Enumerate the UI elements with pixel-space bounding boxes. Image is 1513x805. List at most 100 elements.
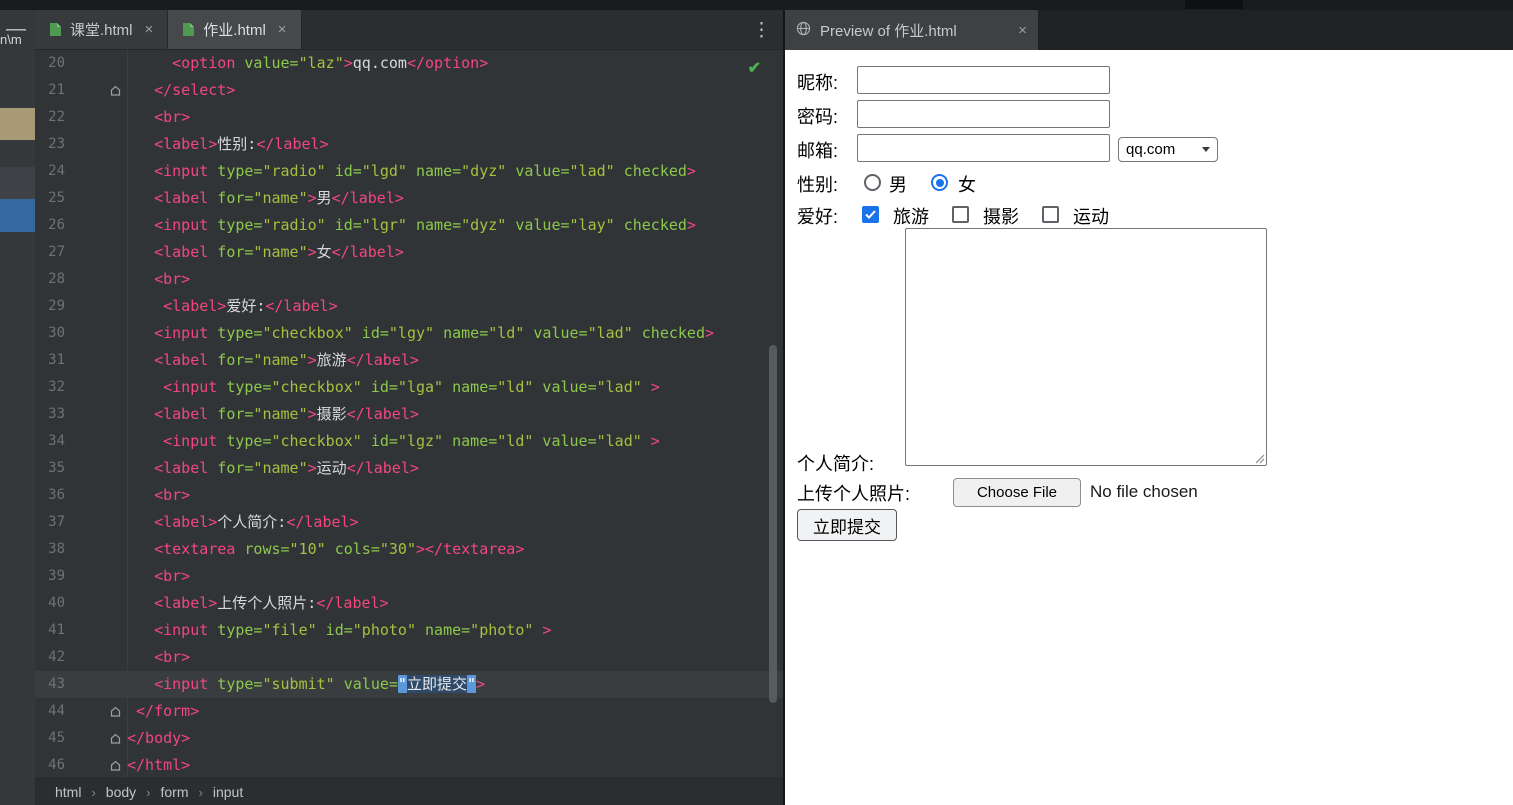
code-line[interactable]: 42 <br>	[35, 644, 783, 671]
code-text: </form>	[127, 698, 783, 725]
panel-row-selected[interactable]	[0, 199, 35, 232]
code-text: <label>爱好:</label>	[127, 293, 783, 320]
preview-close-icon[interactable]: ×	[1018, 22, 1027, 39]
line-number: 34	[48, 433, 65, 449]
code-line[interactable]: 21 </select>	[35, 77, 783, 104]
panel-row-hover[interactable]	[0, 167, 35, 199]
code-token: >	[641, 432, 660, 450]
code-line[interactable]: 40 <label>上传个人照片:</label>	[35, 590, 783, 617]
bio-textarea[interactable]	[905, 228, 1267, 466]
code-line[interactable]: 38 <textarea rows="10" cols="30"></textar…	[35, 536, 783, 563]
code-line[interactable]: 37 <label>个人简介:</label>	[35, 509, 783, 536]
password-input[interactable]	[857, 100, 1110, 128]
code-text: <option value="laz">qq.com</option>	[127, 50, 783, 77]
line-number: 43	[48, 676, 65, 692]
hobby-checkbox-photography[interactable]	[952, 206, 969, 223]
fold-gutter	[65, 671, 127, 698]
hobby-photography-label[interactable]: 摄影	[983, 203, 1019, 229]
code-text: <br>	[127, 563, 783, 590]
hobby-travel-label[interactable]: 旅游	[893, 203, 929, 229]
line-number: 38	[48, 541, 65, 557]
breadcrumb-item-body[interactable]: body	[106, 784, 136, 800]
fold-marker-icon[interactable]	[65, 752, 127, 778]
editor-options-menu-icon[interactable]: ⋮	[752, 19, 771, 42]
line-number: 22	[48, 109, 65, 125]
code-line[interactable]: 43 <input type="submit" value="立即提交">	[35, 671, 783, 698]
fold-marker-icon[interactable]	[65, 725, 127, 752]
code-line[interactable]: 31 <label for="name">旅游</label>	[35, 347, 783, 374]
code-token: >	[704, 324, 715, 342]
code-token: </form>	[136, 702, 200, 720]
textarea-resize-grip-icon[interactable]	[1252, 451, 1265, 464]
gender-male-label[interactable]: 男	[889, 171, 907, 197]
code-line[interactable]: 27 <label for="name">女</label>	[35, 239, 783, 266]
line-number: 36	[48, 487, 65, 503]
code-line[interactable]: 41 <input type="file" id="photo" name="ph…	[35, 617, 783, 644]
code-token: "10"	[289, 540, 326, 558]
fold-marker-icon[interactable]	[65, 698, 127, 725]
gender-female-label[interactable]: 女	[958, 171, 976, 197]
tab-zuoye-html[interactable]: 作业.html ×	[168, 10, 302, 49]
code-token: <input	[154, 324, 209, 342]
line-number: 45	[48, 730, 65, 746]
preview-tab[interactable]: Preview of 作业.html ×	[785, 10, 1038, 50]
preview-content: 昵称: 密码: 邮箱: qq.com 性别: 男 女 爱好: 旅游 摄影 运动 …	[785, 50, 1513, 805]
fold-marker-icon[interactable]	[65, 77, 127, 104]
breadcrumb-item-input[interactable]: input	[213, 784, 243, 800]
gender-radio-female[interactable]	[931, 174, 948, 191]
code-line[interactable]: 35 <label for="name">运动</label>	[35, 455, 783, 482]
tab-ketang-html[interactable]: 课堂.html ×	[35, 10, 169, 49]
panel-row-highlight[interactable]	[0, 108, 35, 140]
email-domain-select[interactable]: qq.com	[1118, 137, 1218, 162]
code-line[interactable]: 30 <input type="checkbox" id="lgy" name="…	[35, 320, 783, 347]
code-token: id=	[316, 621, 353, 639]
line-number: 24	[48, 163, 65, 179]
code-line[interactable]: 22 <br>	[35, 104, 783, 131]
hobby-checkbox-travel[interactable]	[862, 206, 879, 223]
code-line[interactable]: 45 </body>	[35, 725, 783, 752]
code-line[interactable]: 24 <input type="radio" id="lgd" name="dyz…	[35, 158, 783, 185]
code-line[interactable]: 28 <br>	[35, 266, 783, 293]
globe-icon	[796, 21, 811, 40]
code-line[interactable]: 29 <label>爱好:</label>	[35, 293, 783, 320]
code-line[interactable]: 32 <input type="checkbox" id="lga" name="…	[35, 374, 783, 401]
code-line[interactable]: 25 <label for="name">男</label>	[35, 185, 783, 212]
editor-scrollbar[interactable]	[769, 345, 777, 703]
code-line[interactable]: 34 <input type="checkbox" id="lgz" name="…	[35, 428, 783, 455]
gender-radio-male[interactable]	[864, 174, 881, 191]
code-line[interactable]: 33 <label for="name">摄影</label>	[35, 401, 783, 428]
fold-gutter	[65, 212, 127, 239]
code-text: <label for="name">女</label>	[127, 239, 783, 266]
window-control-fragment	[1185, 0, 1243, 9]
code-token: "photo"	[352, 621, 416, 639]
code-line[interactable]: 20 <option value="laz">qq.com</option>	[35, 50, 783, 77]
code-token: <br>	[154, 270, 191, 288]
code-text: </body>	[127, 725, 783, 752]
code-token: <input	[154, 675, 209, 693]
tab-close-icon[interactable]: ×	[278, 21, 287, 38]
code-line[interactable]: 26 <input type="radio" id="lgr" name="dyz…	[35, 212, 783, 239]
nickname-input[interactable]	[857, 66, 1110, 94]
tab-close-icon[interactable]: ×	[145, 21, 154, 38]
code-line[interactable]: 23 <label>性别:</label>	[35, 131, 783, 158]
code-token: value=	[334, 675, 398, 693]
submit-button[interactable]: 立即提交	[797, 509, 897, 541]
nickname-label: 昵称:	[797, 73, 839, 93]
window-top-strip	[0, 0, 1513, 10]
email-input[interactable]	[857, 134, 1110, 162]
code-token: checked	[632, 324, 705, 342]
code-token: >	[307, 189, 317, 207]
code-line[interactable]: 39 <br>	[35, 563, 783, 590]
code-line[interactable]: 46 </html>	[35, 752, 783, 778]
code-token: id=	[325, 162, 362, 180]
code-line[interactable]: 44 </form>	[35, 698, 783, 725]
hobby-sports-label[interactable]: 运动	[1073, 203, 1109, 229]
choose-file-button[interactable]: Choose File	[953, 478, 1081, 507]
code-editor[interactable]: 20 <option value="laz">qq.com</option> 21 <…	[35, 50, 783, 778]
inspection-ok-icon[interactable]: ✔	[748, 58, 761, 78]
breadcrumb-item-html[interactable]: html	[55, 784, 81, 800]
code-token: </label>	[256, 135, 329, 153]
code-line[interactable]: 36 <br>	[35, 482, 783, 509]
breadcrumb-item-form[interactable]: form	[161, 784, 189, 800]
hobby-checkbox-sports[interactable]	[1042, 206, 1059, 223]
